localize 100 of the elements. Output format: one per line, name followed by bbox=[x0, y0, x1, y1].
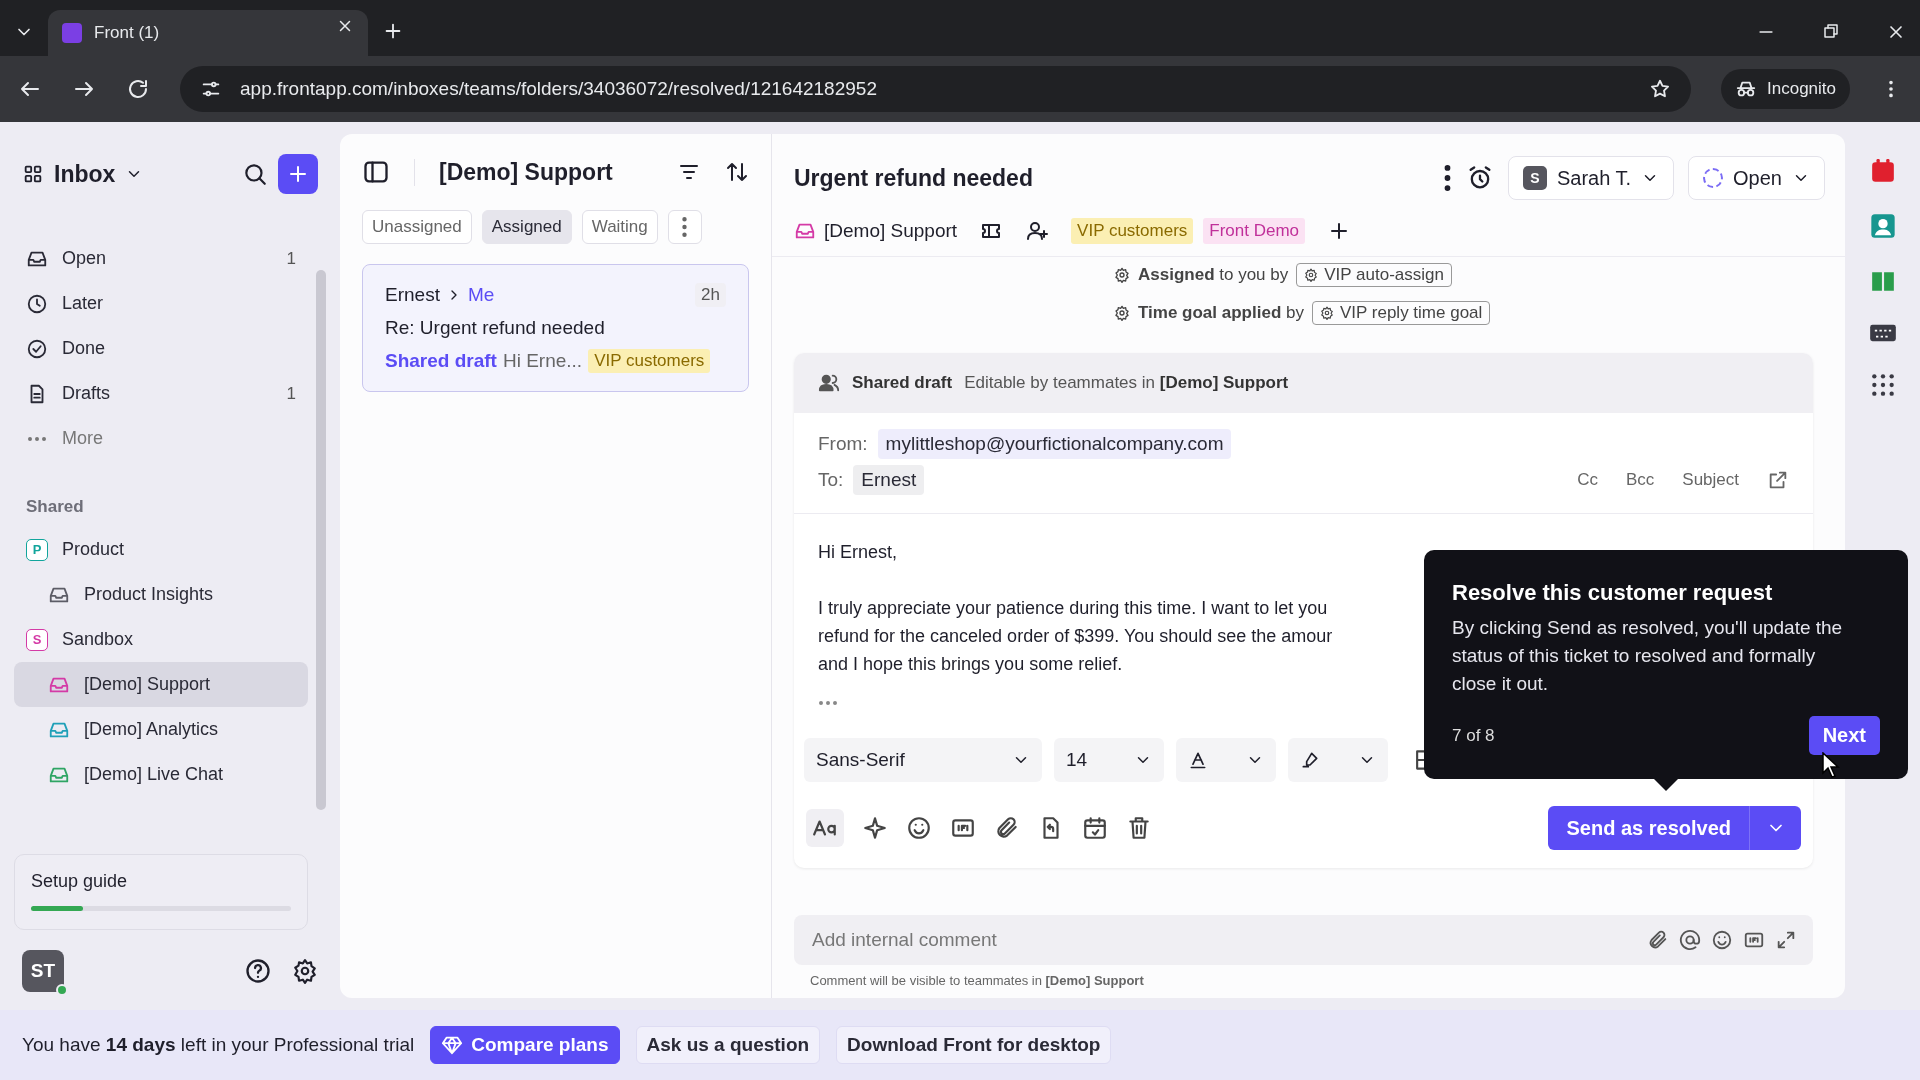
more-link[interactable]: More bbox=[14, 416, 308, 461]
filter-tab[interactable]: Waiting bbox=[581, 210, 658, 244]
assignee-dropdown[interactable]: S Sarah T. bbox=[1507, 156, 1675, 200]
filter-tab[interactable]: Assigned bbox=[481, 210, 572, 244]
next-button[interactable]: Next bbox=[1808, 716, 1880, 755]
scrollbar[interactable] bbox=[316, 270, 326, 810]
calendar-icon[interactable] bbox=[1869, 158, 1896, 184]
mention-icon[interactable] bbox=[1679, 929, 1701, 951]
sidebar-item[interactable]: Open 1 bbox=[14, 236, 308, 281]
url-text: app.frontapp.com/inboxes/teams/folders/34036072/resolved/121642182952 bbox=[240, 78, 878, 100]
draft-title: Shared draft bbox=[852, 373, 953, 393]
rule-tag[interactable]: VIP reply time goal bbox=[1311, 301, 1491, 325]
keyboard-icon[interactable] bbox=[1868, 322, 1897, 344]
tag-label[interactable]: Front Demo bbox=[1203, 218, 1306, 244]
recipient-chip[interactable]: Ernest bbox=[853, 465, 925, 495]
text-color-dropdown[interactable] bbox=[1176, 738, 1276, 782]
ask-question-button[interactable]: Ask us a question bbox=[635, 1026, 821, 1064]
expand-icon[interactable] bbox=[1775, 929, 1797, 951]
attachment-icon[interactable] bbox=[994, 815, 1020, 841]
activity-text: Time goal applied by bbox=[1138, 303, 1304, 323]
tag-label[interactable]: VIP customers bbox=[1071, 218, 1194, 244]
reload-icon[interactable] bbox=[126, 77, 150, 101]
star-icon[interactable] bbox=[1649, 78, 1671, 100]
sender-address[interactable]: mylittleshop@yourfictionalcompany.com bbox=[877, 429, 1232, 459]
inbox-item[interactable]: Product Insights bbox=[14, 572, 308, 617]
address-bar[interactable]: app.frontapp.com/inboxes/teams/folders/34036072/resolved/121642182952 bbox=[180, 66, 1691, 112]
comment-bar[interactable]: Add internal comment bbox=[794, 915, 1813, 965]
sort-icon[interactable] bbox=[725, 160, 749, 184]
setup-guide-label: Setup guide bbox=[31, 871, 129, 892]
contact-card-icon[interactable] bbox=[1868, 212, 1897, 240]
more-icon[interactable] bbox=[1442, 165, 1452, 191]
sparkle-icon[interactable] bbox=[862, 815, 888, 841]
message-preview: Hi Erne... bbox=[502, 350, 583, 372]
unread-count: 1 bbox=[286, 248, 296, 269]
to-label: To: bbox=[818, 469, 844, 491]
grid-icon bbox=[22, 163, 44, 185]
status-dropdown[interactable]: Open bbox=[1688, 156, 1825, 200]
download-button[interactable]: Download Front for desktop bbox=[836, 1026, 1112, 1064]
add-user-icon[interactable] bbox=[1025, 219, 1050, 243]
inbox-item[interactable]: [Demo] Support bbox=[14, 662, 308, 707]
search-icon[interactable] bbox=[242, 161, 268, 187]
trial-message: You have 14 days left in your Professional trial bbox=[22, 1034, 415, 1056]
font-dropdown[interactable]: Sans-Serif bbox=[804, 738, 1042, 782]
highlight-dropdown[interactable] bbox=[1288, 738, 1388, 782]
ellipsis-icon[interactable] bbox=[818, 700, 838, 706]
incognito-badge[interactable]: Incognito bbox=[1721, 69, 1850, 109]
compare-plans-button[interactable]: Compare plans bbox=[430, 1026, 620, 1064]
header-link[interactable]: Bcc bbox=[1625, 470, 1655, 490]
section-label: Shared bbox=[26, 497, 85, 517]
browser-tab[interactable]: Front (1) bbox=[48, 10, 368, 56]
settings-icon[interactable] bbox=[292, 958, 318, 984]
from-label: From: bbox=[818, 433, 868, 455]
external-link-icon[interactable] bbox=[1767, 469, 1789, 491]
emoji-icon[interactable] bbox=[906, 815, 932, 841]
rule-tag[interactable]: VIP auto-assign bbox=[1296, 263, 1452, 287]
time-label: 2h bbox=[695, 283, 726, 307]
inbox-item[interactable]: [Demo] Analytics bbox=[14, 707, 308, 752]
size-dropdown[interactable]: 14 bbox=[1054, 738, 1164, 782]
send-as-resolved-button[interactable]: Send as resolved bbox=[1548, 806, 1749, 850]
inbox-link[interactable]: [Demo] Support bbox=[794, 220, 958, 242]
trash-icon[interactable] bbox=[1126, 815, 1152, 841]
attachment-icon[interactable] bbox=[1647, 929, 1669, 951]
filter-tab[interactable]: Unassigned bbox=[362, 210, 472, 244]
sidebar-item[interactable]: Later bbox=[14, 281, 308, 326]
gear-icon bbox=[1304, 268, 1319, 282]
team-letter-icon: S bbox=[26, 628, 48, 651]
favicon-icon bbox=[62, 23, 82, 43]
help-icon[interactable] bbox=[244, 957, 272, 985]
users-icon bbox=[818, 372, 840, 394]
recipient-name: Me bbox=[467, 284, 495, 306]
text-color-icon bbox=[1188, 750, 1208, 770]
comment-field[interactable]: Add internal comment bbox=[810, 915, 1637, 965]
comment-note: Comment will be visible to teammates in [Demo] Support bbox=[809, 972, 1145, 990]
team-item[interactable]: P Product bbox=[14, 527, 308, 572]
tooltip-title: Resolve this customer request bbox=[1452, 580, 1774, 606]
diamond-icon bbox=[441, 1034, 464, 1056]
team-item[interactable]: S Sandbox bbox=[14, 617, 308, 662]
inbox-item[interactable]: [Demo] Live Chat bbox=[14, 752, 308, 797]
header-link[interactable]: Subject bbox=[1682, 470, 1739, 490]
conversation-subject: Re: Urgent refund needed bbox=[385, 317, 605, 339]
sidebar-item[interactable]: Drafts 1 bbox=[14, 371, 308, 416]
more-options-button[interactable] bbox=[667, 210, 702, 244]
schedule-icon[interactable] bbox=[1082, 815, 1108, 841]
clock-icon bbox=[26, 292, 48, 315]
header-link[interactable]: Cc bbox=[1577, 470, 1598, 490]
unread-count: 1 bbox=[286, 383, 296, 404]
sidebar-item[interactable]: Done bbox=[14, 326, 308, 371]
apps-grid-icon[interactable] bbox=[1869, 372, 1896, 398]
conversation-title: Urgent refund needed bbox=[794, 164, 1034, 192]
tab-title: Front (1) bbox=[94, 23, 161, 43]
user-avatar[interactable]: ST bbox=[22, 950, 64, 992]
setup-guide-card[interactable]: Setup guide bbox=[14, 854, 308, 930]
restore-icon[interactable] bbox=[1822, 22, 1840, 40]
activity-text: Assigned to you by bbox=[1138, 265, 1289, 285]
compose-button[interactable] bbox=[278, 154, 318, 194]
inbox-title[interactable]: Inbox bbox=[54, 160, 116, 188]
email-body-line: refund for the canceled order of $399. You should see the amour bbox=[818, 625, 1333, 648]
conversation-card[interactable]: Ernest Me 2h Re: Urgent refund needed Shared draft Hi Erne... VIP customers bbox=[362, 264, 749, 392]
emoji-icon[interactable] bbox=[1711, 929, 1733, 951]
more-icon bbox=[681, 217, 689, 237]
